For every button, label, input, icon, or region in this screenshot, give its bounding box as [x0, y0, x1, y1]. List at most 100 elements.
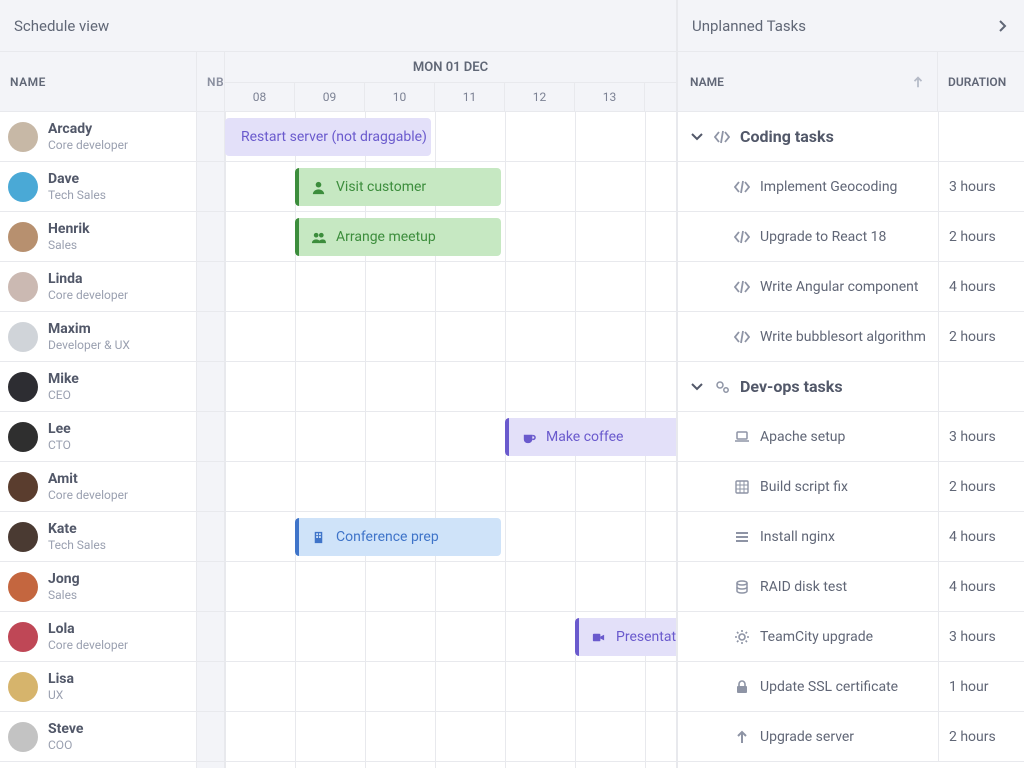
resource-role: Sales — [48, 588, 80, 602]
column-header-name[interactable]: NAME — [0, 52, 197, 111]
timeline-row[interactable] — [225, 262, 676, 312]
resource-row[interactable]: LeeCTO — [0, 412, 196, 462]
task-group-title: Coding tasks — [740, 127, 834, 146]
task-label: Upgrade server — [760, 729, 854, 745]
unplanned-task[interactable]: Build script fix2 hours — [678, 462, 1024, 512]
resource-row[interactable]: HenrikSales — [0, 212, 196, 262]
timeline-row[interactable]: Visit customer — [225, 162, 676, 212]
nbr-cell — [197, 562, 224, 612]
column-header-nbr[interactable]: NBR TASKS — [197, 52, 225, 111]
nbr-cell — [197, 712, 224, 762]
avatar — [8, 122, 38, 152]
timeline-row[interactable] — [225, 312, 676, 362]
scheduled-event[interactable]: Presentation — [575, 618, 676, 656]
resource-role: COO — [48, 738, 83, 752]
resource-role: Core developer — [48, 638, 128, 652]
unplanned-column-duration[interactable]: DURATION — [938, 52, 1024, 111]
timeline-row[interactable] — [225, 662, 676, 712]
nbr-cell — [197, 212, 224, 262]
timeline[interactable]: Restart server (not draggable) Visit cust… — [225, 112, 676, 768]
timeline-row[interactable] — [225, 712, 676, 762]
hour-cell: 09 — [295, 83, 365, 111]
unplanned-task[interactable]: Apache setup3 hours — [678, 412, 1024, 462]
unplanned-task[interactable]: Write bubblesort algorithm2 hours — [678, 312, 1024, 362]
user-icon — [311, 180, 326, 195]
task-group[interactable]: Coding tasks — [678, 112, 1024, 162]
timeline-row[interactable]: Arrange meetup — [225, 212, 676, 262]
resource-role: CEO — [48, 388, 79, 402]
scheduled-event[interactable]: Make coffee — [505, 418, 676, 456]
unplanned-header: NAME DURATION — [678, 52, 1024, 112]
unplanned-task[interactable]: Implement Geocoding3 hours — [678, 162, 1024, 212]
nbr-cell — [197, 662, 224, 712]
resource-role: Tech Sales — [48, 538, 106, 552]
nbr-cell — [197, 112, 224, 162]
unplanned-task[interactable]: TeamCity upgrade3 hours — [678, 612, 1024, 662]
resource-role: Core developer — [48, 288, 128, 302]
resource-name: Steve — [48, 721, 83, 738]
resource-row[interactable]: KateTech Sales — [0, 512, 196, 562]
timeline-row[interactable]: Conference prep — [225, 512, 676, 562]
resource-row[interactable]: MaximDeveloper & UX — [0, 312, 196, 362]
task-label: Write bubblesort algorithm — [760, 329, 926, 345]
task-label: TeamCity upgrade — [760, 629, 873, 645]
schedule-body: ArcadyCore developerDaveTech SalesHenrik… — [0, 112, 676, 768]
chevron-down-icon[interactable] — [690, 130, 704, 144]
avatar — [8, 222, 38, 252]
timeline-day-label: MON 01 DEC — [225, 52, 676, 83]
resource-role: UX — [48, 688, 74, 702]
scheduled-event[interactable]: Arrange meetup — [295, 218, 501, 256]
avatar — [8, 622, 38, 652]
db-icon — [734, 579, 750, 595]
resource-row[interactable]: DaveTech Sales — [0, 162, 196, 212]
code-icon — [734, 179, 750, 195]
timeline-row[interactable]: Restart server (not draggable) — [225, 112, 676, 162]
resource-row[interactable]: AmitCore developer — [0, 462, 196, 512]
laptop-icon — [734, 429, 750, 445]
unplanned-task[interactable]: Upgrade server2 hours — [678, 712, 1024, 762]
timeline-row[interactable] — [225, 362, 676, 412]
resource-name: Maxim — [48, 321, 130, 338]
avatar — [8, 422, 38, 452]
nbr-cell — [197, 362, 224, 412]
event-label: Arrange meetup — [336, 229, 436, 245]
resource-row[interactable]: ArcadyCore developer — [0, 112, 196, 162]
unplanned-title: Unplanned Tasks — [692, 17, 806, 35]
resource-role: Core developer — [48, 138, 128, 152]
resource-row[interactable]: MikeCEO — [0, 362, 196, 412]
avatar — [8, 572, 38, 602]
unplanned-task[interactable]: Upgrade to React 182 hours — [678, 212, 1024, 262]
resource-row[interactable]: JongSales — [0, 562, 196, 612]
unplanned-task[interactable]: Install nginx4 hours — [678, 512, 1024, 562]
scheduled-event[interactable]: Visit customer — [295, 168, 501, 206]
hour-cell: 12 — [505, 83, 575, 111]
scheduled-event[interactable]: Restart server (not draggable) — [225, 118, 431, 156]
schedule-panel: Schedule view NAME NBR TASKS MON 01 DEC … — [0, 0, 678, 768]
coffee-icon — [521, 430, 536, 445]
timeline-row[interactable] — [225, 462, 676, 512]
task-duration: 4 hours — [938, 512, 1024, 561]
scheduled-event[interactable]: Conference prep — [295, 518, 501, 556]
unplanned-task[interactable]: RAID disk test4 hours — [678, 562, 1024, 612]
unplanned-task[interactable]: Update SSL certificate1 hour — [678, 662, 1024, 712]
resource-row[interactable]: LindaCore developer — [0, 262, 196, 312]
resource-row[interactable]: LisaUX — [0, 662, 196, 712]
timeline-row[interactable] — [225, 562, 676, 612]
task-duration: 4 hours — [938, 262, 1024, 311]
timeline-row[interactable]: Presentation — [225, 612, 676, 662]
unplanned-task-list: Coding tasksImplement Geocoding3 hoursUp… — [678, 112, 1024, 768]
unplanned-column-name[interactable]: NAME — [678, 52, 938, 111]
timeline-row[interactable]: Make coffee — [225, 412, 676, 462]
resource-row[interactable]: SteveCOO — [0, 712, 196, 762]
nbr-cell — [197, 612, 224, 662]
task-duration: 2 hours — [938, 212, 1024, 261]
chevron-down-icon[interactable] — [690, 380, 704, 394]
resource-row[interactable]: LolaCore developer — [0, 612, 196, 662]
task-label: Apache setup — [760, 429, 845, 445]
unplanned-task[interactable]: Write Angular component4 hours — [678, 262, 1024, 312]
collapse-panel-icon[interactable] — [996, 19, 1010, 33]
task-group[interactable]: Dev-ops tasks — [678, 362, 1024, 412]
hour-cell: 10 — [365, 83, 435, 111]
event-label: Make coffee — [546, 429, 623, 445]
avatar — [8, 722, 38, 752]
